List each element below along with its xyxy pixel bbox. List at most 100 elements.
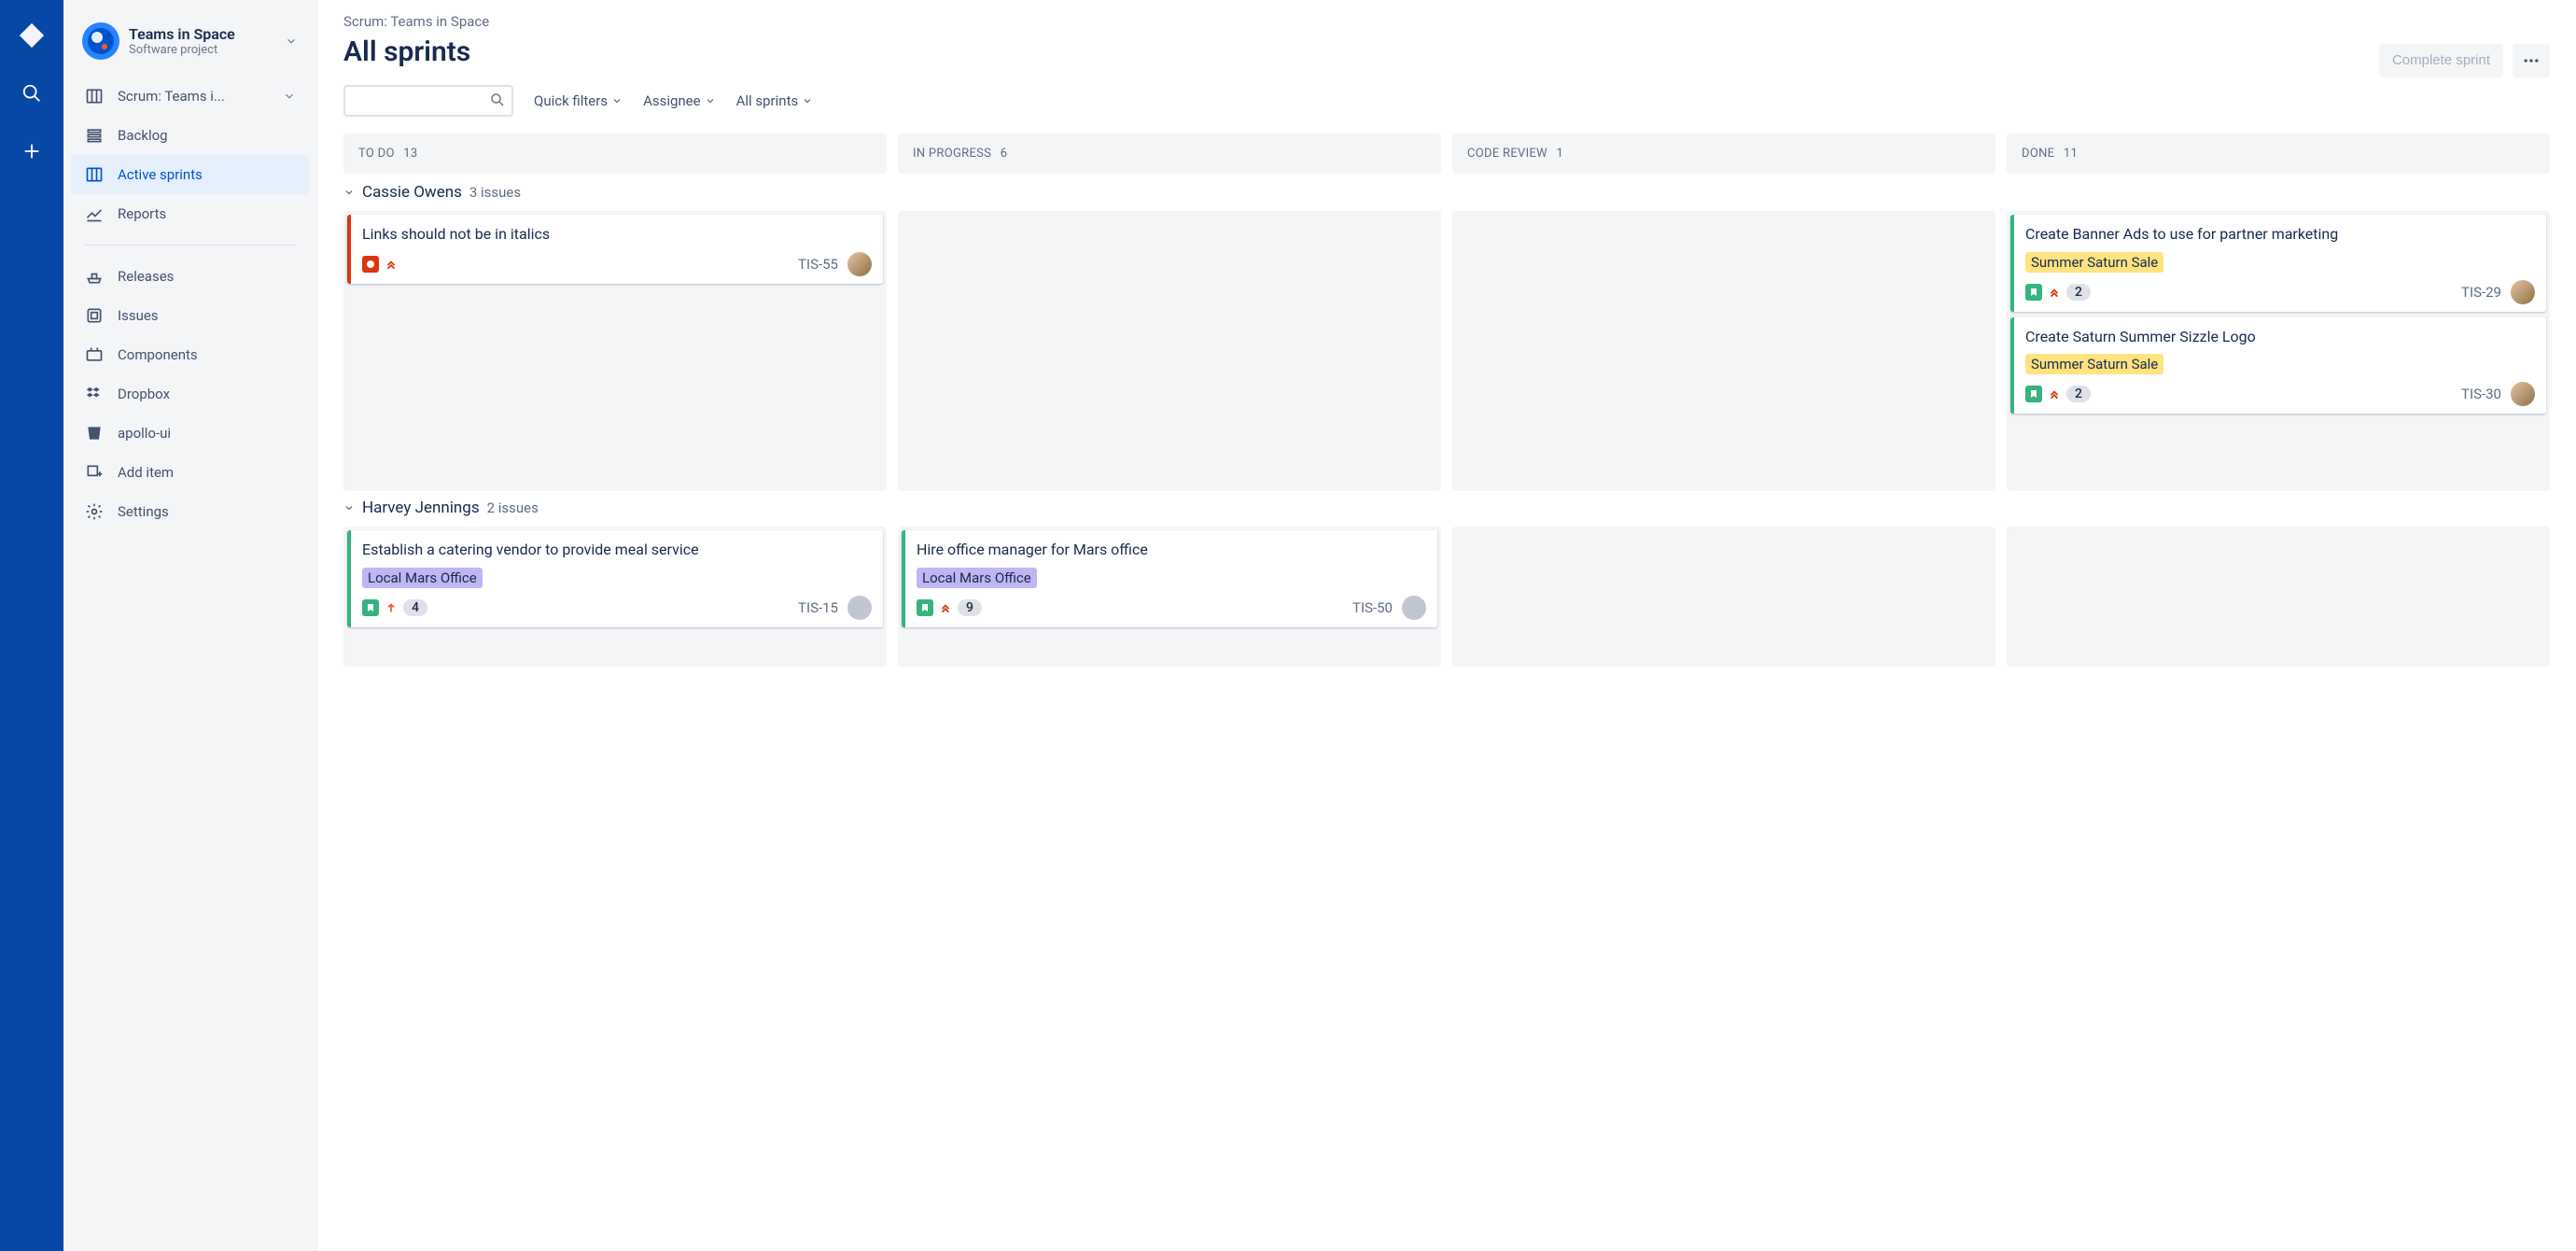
column-count: 1 [1557, 147, 1564, 161]
issue-card[interactable]: Create Banner Ads to use for partner mar… [2010, 215, 2546, 312]
board-icon [84, 86, 105, 106]
more-actions-button[interactable] [2513, 44, 2550, 77]
create-icon[interactable] [15, 134, 49, 168]
nav-label: Releases [118, 268, 174, 285]
filter-bar: Quick filters Assignee All sprints [343, 85, 2550, 117]
assignee-avatar[interactable] [847, 596, 872, 620]
nav-label: Settings [118, 503, 169, 520]
priority-highest-icon [2048, 387, 2061, 401]
swimlane-name: Harvey Jennings [362, 499, 480, 517]
search-input-wrapper [343, 85, 513, 117]
issue-card[interactable]: Hire office manager for Mars office Loca… [902, 530, 1437, 627]
sidebar-item-settings[interactable]: Settings [71, 492, 309, 531]
chevron-down-icon [705, 95, 716, 106]
swimlane-issue-count: 2 issues [487, 499, 539, 516]
story-points-badge: 2 [2066, 386, 2091, 402]
issue-key: TIS-55 [798, 256, 838, 273]
complete-sprint-button[interactable]: Complete sprint [2379, 44, 2503, 77]
nav-label: Add item [118, 464, 174, 481]
nav-label: Dropbox [118, 386, 170, 402]
column-name: IN PROGRESS [913, 147, 991, 161]
search-icon [489, 91, 506, 108]
column-name: DONE [2022, 147, 2054, 161]
board-selector-label: Scrum: Teams i... [118, 88, 225, 105]
sidebar-item-active-sprints[interactable]: Active sprints [71, 155, 309, 194]
priority-highest-icon [2048, 286, 2061, 299]
assignee-avatar[interactable] [1402, 596, 1426, 620]
gear-icon [84, 501, 105, 522]
project-switcher[interactable]: Teams in Space Software project [71, 15, 309, 67]
issue-key: TIS-15 [798, 599, 838, 616]
components-icon [84, 344, 105, 365]
dropbox-icon [84, 384, 105, 404]
backlog-icon [84, 125, 105, 146]
column-body-todo[interactable]: Establish a catering vendor to provide m… [343, 527, 887, 667]
column-body-codereview[interactable] [1452, 211, 1995, 491]
jira-logo-icon[interactable] [15, 19, 49, 52]
sidebar-divider [84, 245, 296, 246]
board-column-headers: TO DO 13 IN PROGRESS 6 CODE REVIEW 1 DON… [343, 134, 2550, 174]
column-header-codereview[interactable]: CODE REVIEW 1 [1452, 134, 1995, 174]
sidebar-item-dropbox[interactable]: Dropbox [71, 374, 309, 414]
quick-filters-dropdown[interactable]: Quick filters [534, 92, 623, 109]
filter-label: Quick filters [534, 92, 608, 109]
search-icon[interactable] [15, 77, 49, 110]
card-label: Summer Saturn Sale [2025, 354, 2163, 374]
column-body-todo[interactable]: Links should not be in italics TIS-55 [343, 211, 887, 491]
column-body-done[interactable]: Create Banner Ads to use for partner mar… [2007, 211, 2550, 491]
issue-key: TIS-30 [2461, 386, 2501, 402]
breadcrumb[interactable]: Scrum: Teams in Space [343, 13, 2550, 30]
swimlane-header[interactable]: Cassie Owens 3 issues [343, 183, 2550, 202]
card-title: Hire office manager for Mars office [917, 540, 1426, 560]
column-name: CODE REVIEW [1467, 147, 1547, 161]
assignee-avatar[interactable] [847, 252, 872, 276]
project-type: Software project [129, 43, 235, 57]
sidebar-item-reports[interactable]: Reports [71, 194, 309, 233]
priority-medium-icon [385, 601, 398, 614]
board-icon [84, 164, 105, 185]
sidebar-item-backlog[interactable]: Backlog [71, 116, 309, 155]
chevron-down-icon [343, 187, 355, 198]
assignee-avatar[interactable] [2511, 382, 2535, 406]
swimlane-header[interactable]: Harvey Jennings 2 issues [343, 499, 2550, 517]
card-title: Links should not be in italics [362, 224, 872, 245]
story-points-badge: 4 [403, 599, 427, 616]
nav-label: apollo-ui [118, 425, 171, 442]
swimlane-issue-count: 3 issues [469, 184, 521, 201]
ship-icon [84, 266, 105, 287]
search-input[interactable] [343, 85, 513, 117]
issue-card[interactable]: Links should not be in italics TIS-55 [347, 215, 883, 284]
priority-highest-icon [385, 258, 398, 271]
assignee-avatar[interactable] [2511, 280, 2535, 304]
sidebar-item-releases[interactable]: Releases [71, 257, 309, 296]
column-body-inprogress[interactable] [898, 211, 1441, 491]
issue-card[interactable]: Create Saturn Summer Sizzle Logo Summer … [2010, 317, 2546, 415]
column-header-todo[interactable]: TO DO 13 [343, 134, 887, 174]
sprints-dropdown[interactable]: All sprints [736, 92, 814, 109]
nav-label: Issues [118, 307, 159, 324]
column-count: 11 [2064, 147, 2078, 161]
card-label: Summer Saturn Sale [2025, 252, 2163, 273]
issue-card[interactable]: Establish a catering vendor to provide m… [347, 530, 883, 627]
column-body-inprogress[interactable]: Hire office manager for Mars office Loca… [898, 527, 1441, 667]
column-header-inprogress[interactable]: IN PROGRESS 6 [898, 134, 1441, 174]
column-body-done[interactable] [2007, 527, 2550, 667]
sidebar-item-components[interactable]: Components [71, 335, 309, 374]
priority-highest-icon [939, 601, 952, 614]
story-type-icon [917, 599, 933, 616]
column-name: TO DO [358, 147, 395, 161]
story-type-icon [2025, 284, 2042, 301]
column-body-codereview[interactable] [1452, 527, 1995, 667]
issue-key: TIS-29 [2461, 284, 2501, 301]
sidebar-item-add-item[interactable]: Add item [71, 453, 309, 492]
assignee-dropdown[interactable]: Assignee [643, 92, 716, 109]
card-title: Establish a catering vendor to provide m… [362, 540, 872, 560]
board-selector[interactable]: Scrum: Teams i... [71, 77, 309, 116]
project-sidebar: Teams in Space Software project Scrum: T… [63, 0, 317, 1251]
sidebar-item-apollo-ui[interactable]: apollo-ui [71, 414, 309, 453]
main-content: Scrum: Teams in Space All sprints Comple… [317, 0, 2576, 1251]
chevron-down-icon [283, 90, 296, 103]
add-shortcut-icon [84, 462, 105, 483]
column-header-done[interactable]: DONE 11 [2007, 134, 2550, 174]
sidebar-item-issues[interactable]: Issues [71, 296, 309, 335]
